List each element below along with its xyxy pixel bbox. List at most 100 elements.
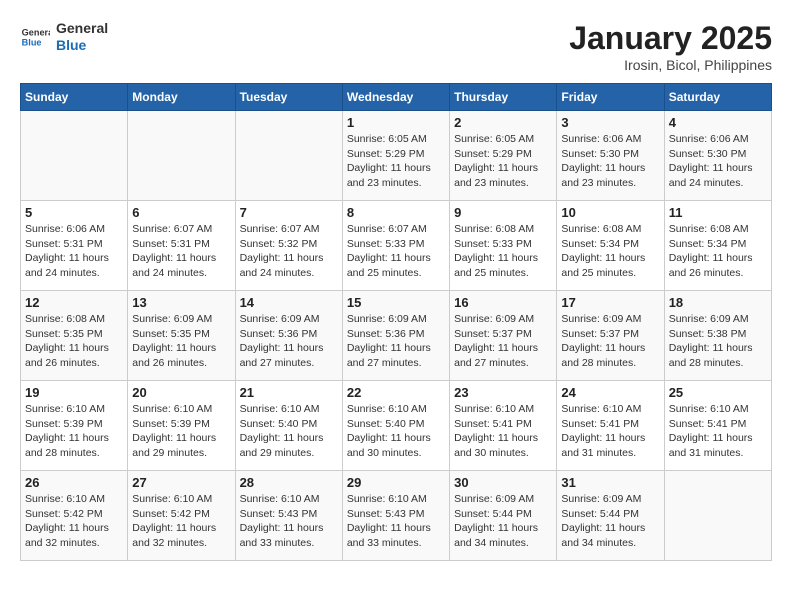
day-info: Sunrise: 6:09 AM Sunset: 5:37 PM Dayligh… <box>561 312 659 371</box>
day-info: Sunrise: 6:10 AM Sunset: 5:40 PM Dayligh… <box>347 402 445 461</box>
day-info: Sunrise: 6:09 AM Sunset: 5:36 PM Dayligh… <box>240 312 338 371</box>
calendar-cell: 28Sunrise: 6:10 AM Sunset: 5:43 PM Dayli… <box>235 471 342 561</box>
day-number: 27 <box>132 475 230 490</box>
calendar-cell: 11Sunrise: 6:08 AM Sunset: 5:34 PM Dayli… <box>664 201 771 291</box>
day-number: 23 <box>454 385 552 400</box>
weekday-header-wednesday: Wednesday <box>342 84 449 111</box>
calendar-table: SundayMondayTuesdayWednesdayThursdayFrid… <box>20 83 772 561</box>
day-number: 17 <box>561 295 659 310</box>
day-info: Sunrise: 6:09 AM Sunset: 5:44 PM Dayligh… <box>561 492 659 551</box>
day-info: Sunrise: 6:06 AM Sunset: 5:30 PM Dayligh… <box>669 132 767 191</box>
day-number: 18 <box>669 295 767 310</box>
calendar-cell: 22 Sunrise: 6:10 AM Sunset: 5:40 PM Dayli… <box>342 381 449 471</box>
weekday-header-row: SundayMondayTuesdayWednesdayThursdayFrid… <box>21 84 772 111</box>
day-info: Sunrise: 6:10 AM Sunset: 5:43 PM Dayligh… <box>240 492 338 551</box>
day-info: Sunrise: 6:08 AM Sunset: 5:34 PM Dayligh… <box>561 222 659 281</box>
day-number: 14 <box>240 295 338 310</box>
day-number: 2 <box>454 115 552 130</box>
day-number: 7 <box>240 205 338 220</box>
calendar-cell: 27 Sunrise: 6:10 AM Sunset: 5:42 PM Dayli… <box>128 471 235 561</box>
day-info: Sunrise: 6:09 AM Sunset: 5:35 PM Dayligh… <box>132 312 230 371</box>
day-info: Sunrise: 6:06 AM Sunset: 5:30 PM Dayligh… <box>561 132 659 191</box>
day-number: 12 <box>25 295 123 310</box>
svg-text:General: General <box>22 27 50 37</box>
calendar-cell: 9Sunrise: 6:08 AM Sunset: 5:33 PM Daylig… <box>450 201 557 291</box>
calendar-cell: 26Sunrise: 6:10 AM Sunset: 5:42 PM Dayli… <box>21 471 128 561</box>
calendar-row-2: 12 Sunrise: 6:08 AM Sunset: 5:35 PM Dayli… <box>21 291 772 381</box>
day-info: Sunrise: 6:09 AM Sunset: 5:37 PM Dayligh… <box>454 312 552 371</box>
day-number: 4 <box>669 115 767 130</box>
weekday-header-thursday: Thursday <box>450 84 557 111</box>
calendar-cell: 21 Sunrise: 6:10 AM Sunset: 5:40 PM Dayli… <box>235 381 342 471</box>
day-number: 9 <box>454 205 552 220</box>
calendar-cell <box>21 111 128 201</box>
calendar-row-4: 26Sunrise: 6:10 AM Sunset: 5:42 PM Dayli… <box>21 471 772 561</box>
calendar-cell: 6 Sunrise: 6:07 AM Sunset: 5:31 PM Daylig… <box>128 201 235 291</box>
calendar-cell: 17 Sunrise: 6:09 AM Sunset: 5:37 PM Dayli… <box>557 291 664 381</box>
weekday-header-sunday: Sunday <box>21 84 128 111</box>
calendar-cell: 8 Sunrise: 6:07 AM Sunset: 5:33 PM Daylig… <box>342 201 449 291</box>
calendar-cell: 18 Sunrise: 6:09 AM Sunset: 5:38 PM Dayli… <box>664 291 771 381</box>
day-number: 21 <box>240 385 338 400</box>
day-info: Sunrise: 6:09 AM Sunset: 5:36 PM Dayligh… <box>347 312 445 371</box>
calendar-cell: 23 Sunrise: 6:10 AM Sunset: 5:41 PM Dayli… <box>450 381 557 471</box>
calendar-cell: 19Sunrise: 6:10 AM Sunset: 5:39 PM Dayli… <box>21 381 128 471</box>
day-info: Sunrise: 6:05 AM Sunset: 5:29 PM Dayligh… <box>454 132 552 191</box>
day-number: 6 <box>132 205 230 220</box>
day-info: Sunrise: 6:10 AM Sunset: 5:41 PM Dayligh… <box>454 402 552 461</box>
day-info: Sunrise: 6:08 AM Sunset: 5:35 PM Dayligh… <box>25 312 123 371</box>
day-info: Sunrise: 6:07 AM Sunset: 5:32 PM Dayligh… <box>240 222 338 281</box>
weekday-header-friday: Friday <box>557 84 664 111</box>
calendar-cell <box>664 471 771 561</box>
weekday-header-saturday: Saturday <box>664 84 771 111</box>
day-info: Sunrise: 6:07 AM Sunset: 5:33 PM Dayligh… <box>347 222 445 281</box>
day-number: 20 <box>132 385 230 400</box>
calendar-cell: 31 Sunrise: 6:09 AM Sunset: 5:44 PM Dayli… <box>557 471 664 561</box>
day-number: 3 <box>561 115 659 130</box>
calendar-cell: 14 Sunrise: 6:09 AM Sunset: 5:36 PM Dayli… <box>235 291 342 381</box>
day-info: Sunrise: 6:10 AM Sunset: 5:40 PM Dayligh… <box>240 402 338 461</box>
calendar-cell: 4 Sunrise: 6:06 AM Sunset: 5:30 PM Daylig… <box>664 111 771 201</box>
day-info: Sunrise: 6:09 AM Sunset: 5:44 PM Dayligh… <box>454 492 552 551</box>
day-number: 19 <box>25 385 123 400</box>
calendar-cell: 20 Sunrise: 6:10 AM Sunset: 5:39 PM Dayli… <box>128 381 235 471</box>
calendar-subtitle: Irosin, Bicol, Philippines <box>569 57 772 73</box>
calendar-cell: 1Sunrise: 6:05 AM Sunset: 5:29 PM Daylig… <box>342 111 449 201</box>
day-number: 22 <box>347 385 445 400</box>
day-number: 16 <box>454 295 552 310</box>
day-number: 8 <box>347 205 445 220</box>
calendar-cell: 10 Sunrise: 6:08 AM Sunset: 5:34 PM Dayli… <box>557 201 664 291</box>
calendar-title: January 2025 <box>569 20 772 57</box>
day-number: 13 <box>132 295 230 310</box>
calendar-cell: 13 Sunrise: 6:09 AM Sunset: 5:35 PM Dayli… <box>128 291 235 381</box>
day-info: Sunrise: 6:10 AM Sunset: 5:39 PM Dayligh… <box>132 402 230 461</box>
calendar-cell: 5 Sunrise: 6:06 AM Sunset: 5:31 PM Daylig… <box>21 201 128 291</box>
day-number: 11 <box>669 205 767 220</box>
logo-icon: General Blue <box>20 22 50 52</box>
logo: General Blue General Blue <box>20 20 108 54</box>
calendar-row-1: 5 Sunrise: 6:06 AM Sunset: 5:31 PM Daylig… <box>21 201 772 291</box>
day-number: 10 <box>561 205 659 220</box>
weekday-header-monday: Monday <box>128 84 235 111</box>
calendar-row-0: 1Sunrise: 6:05 AM Sunset: 5:29 PM Daylig… <box>21 111 772 201</box>
logo-general: General <box>56 20 108 37</box>
day-info: Sunrise: 6:10 AM Sunset: 5:43 PM Dayligh… <box>347 492 445 551</box>
day-info: Sunrise: 6:07 AM Sunset: 5:31 PM Dayligh… <box>132 222 230 281</box>
calendar-cell <box>235 111 342 201</box>
day-number: 25 <box>669 385 767 400</box>
day-info: Sunrise: 6:09 AM Sunset: 5:38 PM Dayligh… <box>669 312 767 371</box>
svg-text:Blue: Blue <box>22 37 42 47</box>
calendar-cell: 15Sunrise: 6:09 AM Sunset: 5:36 PM Dayli… <box>342 291 449 381</box>
day-number: 31 <box>561 475 659 490</box>
day-info: Sunrise: 6:10 AM Sunset: 5:42 PM Dayligh… <box>132 492 230 551</box>
calendar-row-3: 19 Sunrise: 6:10 AM Sunset: 5:39 PM Dayli… <box>21 381 772 471</box>
day-info: Sunrise: 6:10 AM Sunset: 5:41 PM Dayligh… <box>561 402 659 461</box>
day-info: Sunrise: 6:06 AM Sunset: 5:31 PM Dayligh… <box>25 222 123 281</box>
calendar-cell: 2 Sunrise: 6:05 AM Sunset: 5:29 PM Daylig… <box>450 111 557 201</box>
title-block: January 2025 Irosin, Bicol, Philippines <box>569 20 772 73</box>
day-info: Sunrise: 6:10 AM Sunset: 5:41 PM Dayligh… <box>669 402 767 461</box>
calendar-cell: 29Sunrise: 6:10 AM Sunset: 5:43 PM Dayli… <box>342 471 449 561</box>
day-number: 5 <box>25 205 123 220</box>
calendar-cell: 16 Sunrise: 6:09 AM Sunset: 5:37 PM Dayli… <box>450 291 557 381</box>
day-number: 24 <box>561 385 659 400</box>
